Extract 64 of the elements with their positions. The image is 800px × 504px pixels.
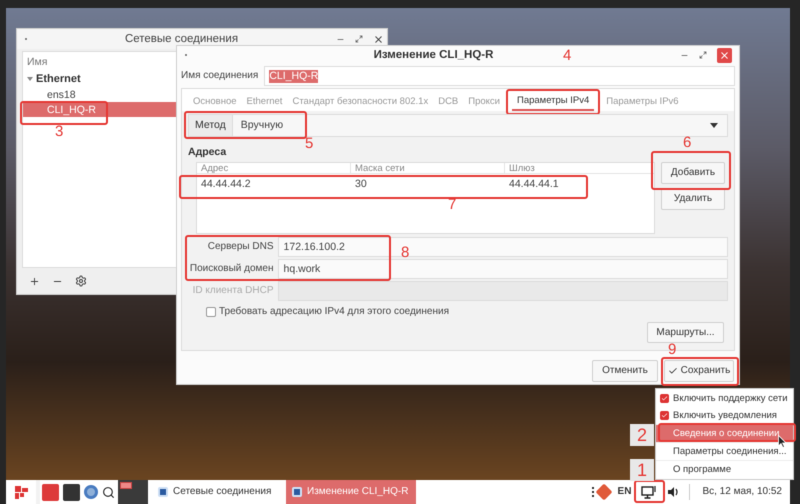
task-button[interactable]: Сетевые соединения bbox=[152, 480, 282, 504]
column-header: Маска сети bbox=[351, 163, 505, 173]
field-value: CLI_HQ-R bbox=[269, 70, 318, 82]
method-label: Метод bbox=[189, 115, 233, 136]
remove-button[interactable]: Удалить bbox=[661, 188, 725, 210]
tab[interactable]: Параметры IPv4 bbox=[512, 92, 594, 111]
menu-item[interactable]: Параметры соединения... bbox=[656, 443, 793, 460]
field-label: Поисковый домен bbox=[188, 263, 274, 275]
checkbox-label: Требовать адресацию IPv4 для этого соединения bbox=[219, 306, 450, 318]
close-icon[interactable] bbox=[373, 34, 384, 44]
section-title: Адреса bbox=[188, 145, 226, 159]
network-icon[interactable] bbox=[641, 485, 658, 499]
group-label: Ethernet bbox=[36, 72, 81, 86]
menu-item-label: Включить поддержку сети bbox=[673, 392, 788, 404]
menu-item-label: Включить уведомления bbox=[673, 410, 777, 422]
window-title: Сетевые соединения bbox=[124, 32, 238, 46]
table-cell-text: 44.44.44.2 bbox=[200, 178, 252, 190]
speaker-icon[interactable] bbox=[667, 485, 680, 499]
check-icon bbox=[668, 366, 678, 376]
field-label: Серверы DNS bbox=[206, 241, 274, 253]
save-button[interactable]: Сохранить bbox=[664, 360, 734, 382]
mouse-pointer-icon bbox=[778, 435, 787, 448]
field-label: Имя соединения bbox=[181, 70, 258, 82]
add-icon[interactable] bbox=[29, 276, 40, 286]
table-cell-text: 44.44.44.1 bbox=[508, 178, 560, 190]
settings-icon[interactable] bbox=[75, 275, 87, 287]
window-title: Изменение CLI_HQ-R bbox=[374, 48, 494, 62]
search-icon[interactable] bbox=[102, 486, 115, 498]
annotation-number: 2 bbox=[630, 424, 654, 446]
dropdown-caret-icon bbox=[710, 123, 718, 128]
cancel-button[interactable]: Отменить bbox=[592, 360, 658, 382]
menu-item[interactable]: Включить уведомления bbox=[656, 407, 793, 424]
annotation-number: 3 bbox=[55, 124, 64, 139]
checkbox[interactable] bbox=[660, 411, 669, 420]
method-dropdown[interactable]: Метод Вручную bbox=[188, 114, 728, 137]
expanded-arrow-icon[interactable] bbox=[27, 77, 33, 81]
checkbox[interactable] bbox=[206, 307, 216, 317]
text-field[interactable]: hq.work bbox=[278, 259, 728, 279]
keyboard-layout[interactable]: EN bbox=[618, 486, 632, 498]
maximize-icon[interactable] bbox=[355, 35, 363, 43]
field-label: ID клиента DHCP bbox=[192, 285, 274, 297]
annotation-number: 9 bbox=[668, 342, 676, 357]
routes-button[interactable]: Маршруты... bbox=[647, 322, 724, 343]
annotation-number: 8 bbox=[401, 245, 410, 260]
table-cell-text: 30 bbox=[354, 178, 368, 190]
annotation-number: 4 bbox=[563, 48, 572, 63]
annotation-number: 5 bbox=[305, 136, 314, 151]
window-icon bbox=[158, 487, 168, 497]
start-menu-icon[interactable] bbox=[14, 486, 28, 498]
method-value: Вручную bbox=[240, 119, 284, 132]
maximize-icon[interactable] bbox=[699, 51, 707, 59]
checkbox[interactable] bbox=[660, 394, 669, 403]
window-icon bbox=[292, 487, 302, 497]
add-button[interactable]: Добавить bbox=[661, 162, 725, 184]
column-header: Шлюз bbox=[508, 163, 536, 173]
annotation-number: 1 bbox=[630, 459, 654, 481]
text-field[interactable] bbox=[278, 281, 728, 301]
menu-item[interactable]: О программе bbox=[656, 461, 793, 478]
column-header: Адрес bbox=[197, 163, 351, 173]
column-header: Имя bbox=[26, 56, 48, 69]
annotation-number: 6 bbox=[683, 135, 692, 150]
tray-handle-icon[interactable] bbox=[592, 487, 594, 497]
clock: Вс, 12 мая, 10:52 bbox=[701, 486, 783, 498]
menu-item[interactable]: Включить поддержку сети bbox=[656, 390, 793, 407]
